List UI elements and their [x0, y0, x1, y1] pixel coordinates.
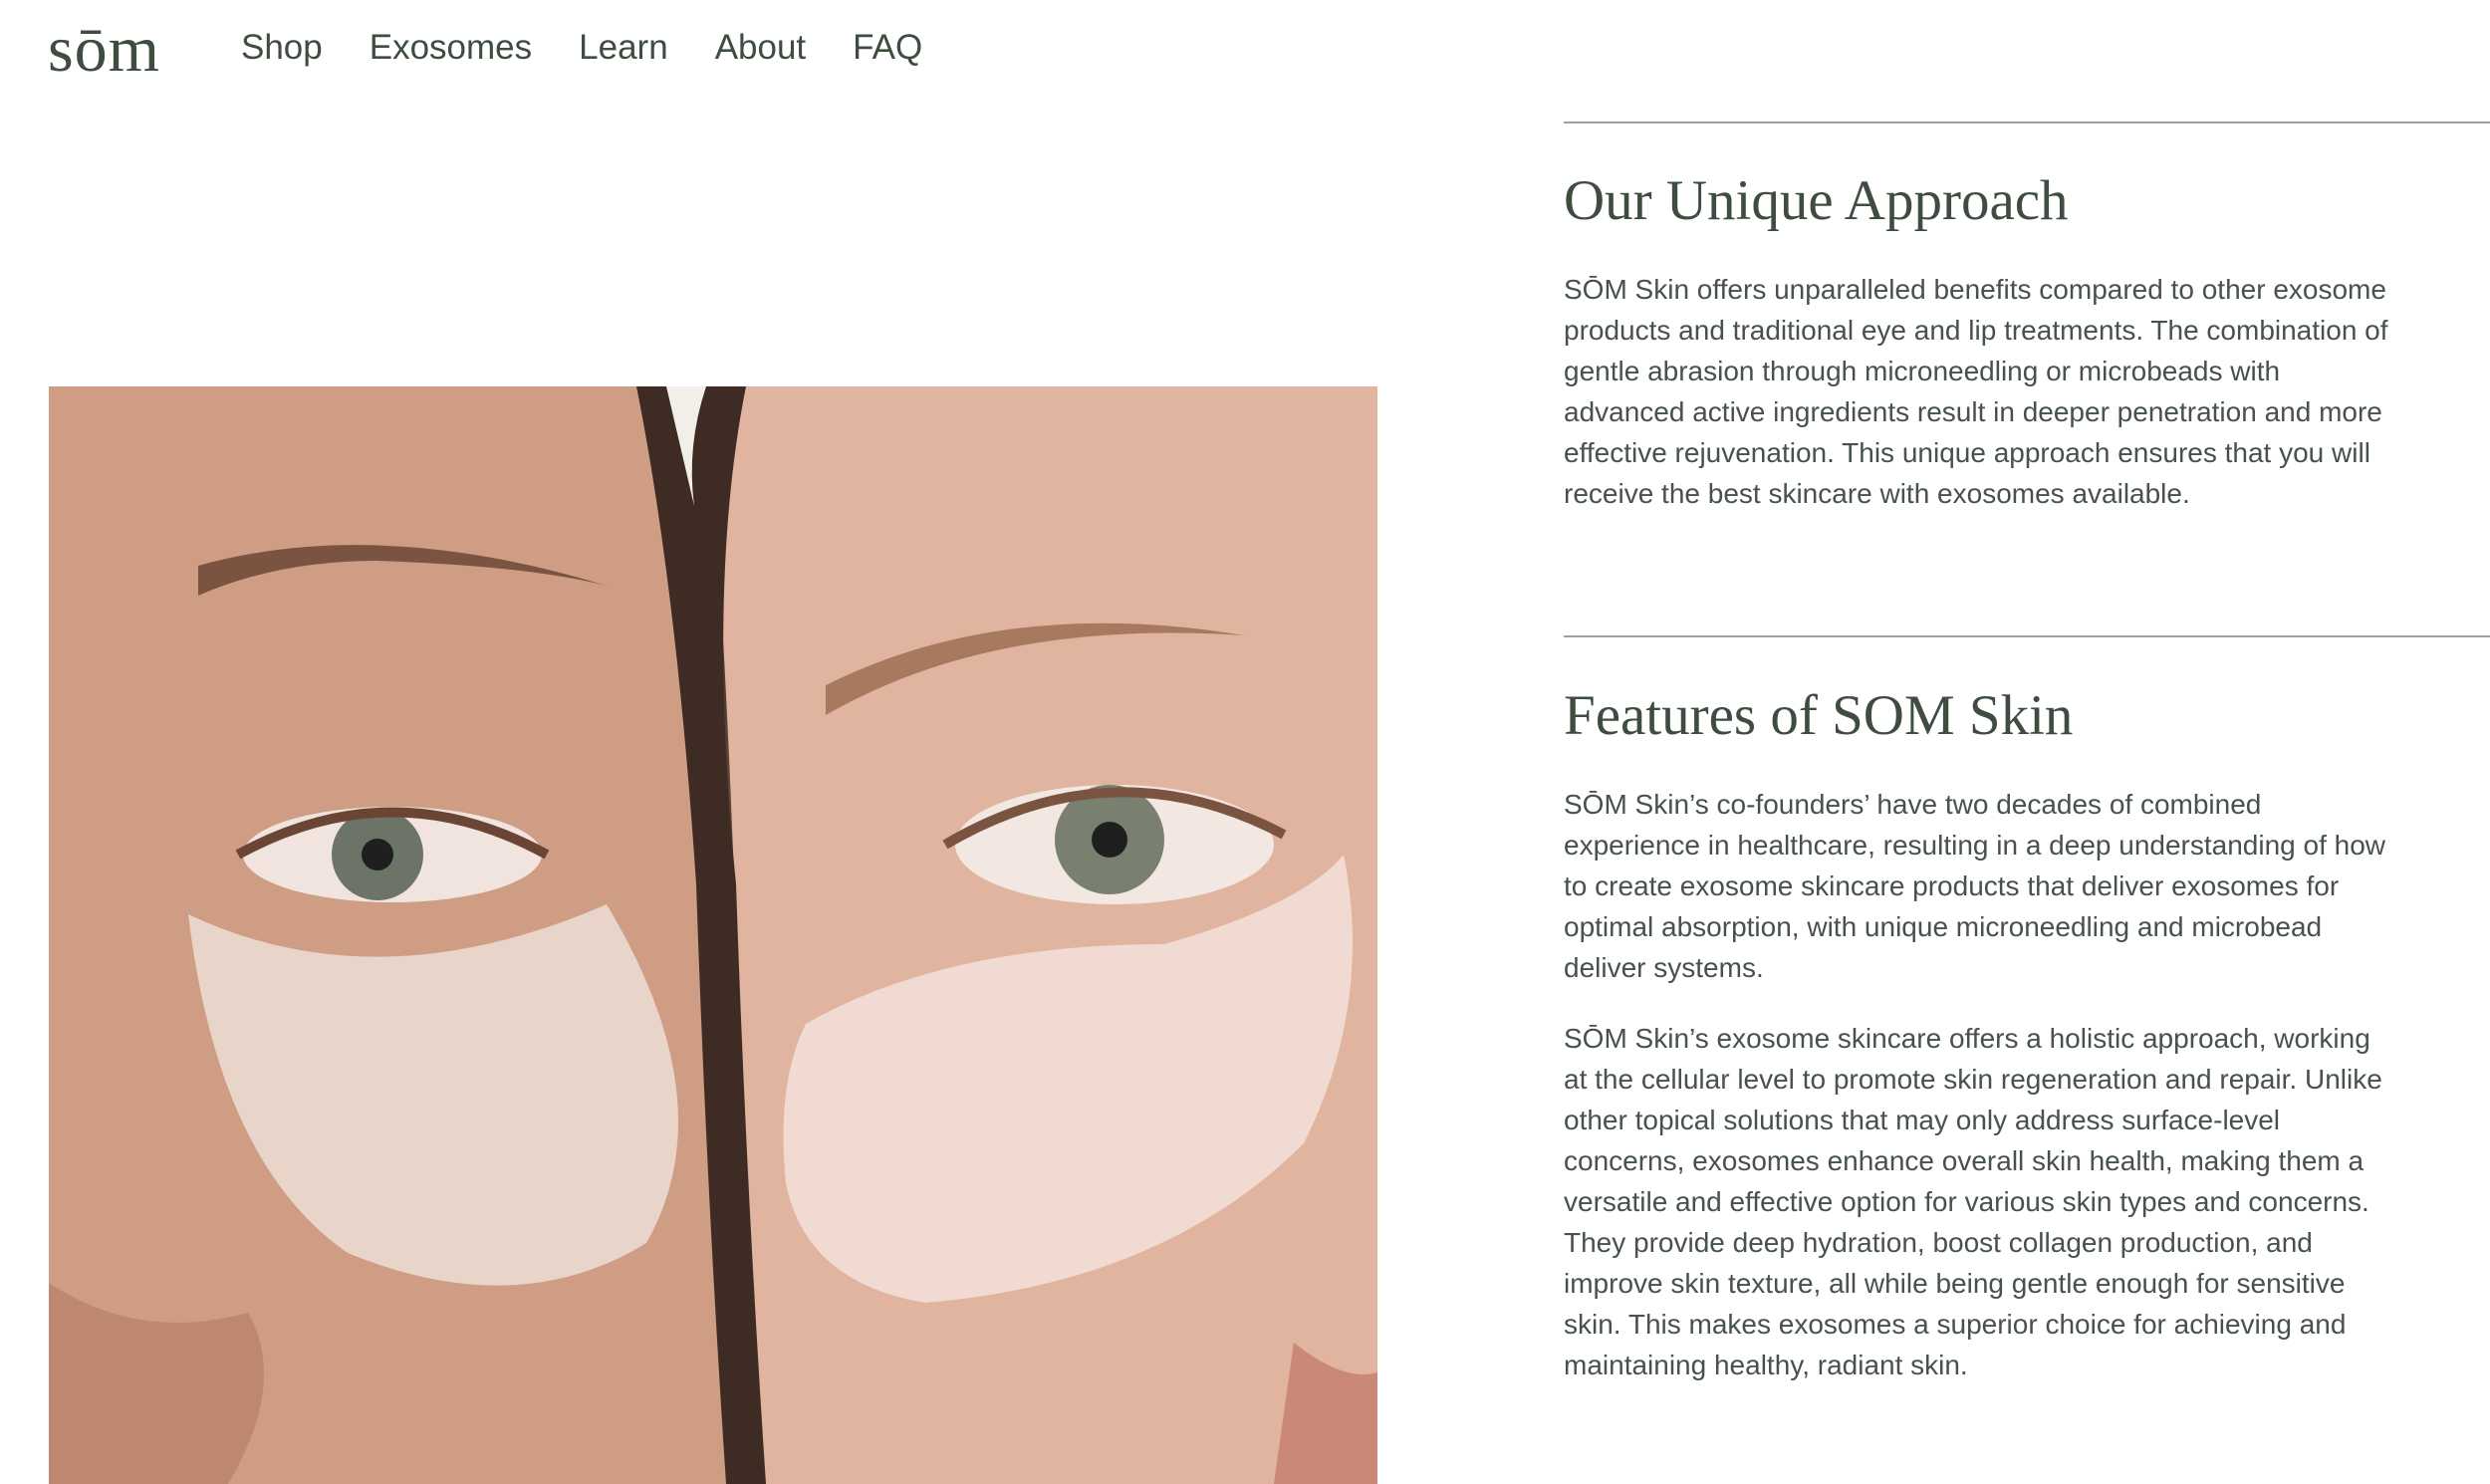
eye-patch-illustration [49, 386, 1377, 1484]
approach-title: Our Unique Approach [1564, 169, 2069, 232]
features-body-1: SŌM Skin’s co-founders’ have two decades… [1564, 789, 2386, 983]
nav-shop[interactable]: Shop [241, 26, 323, 70]
approach-body: SŌM Skin offers unparalleled benefits co… [1564, 274, 2388, 509]
nav-faq[interactable]: FAQ [853, 26, 922, 70]
nav-exosomes[interactable]: Exosomes [370, 26, 532, 70]
eye-patch-photo [49, 386, 1377, 1484]
nav-about[interactable]: About [715, 26, 806, 70]
section-divider [1564, 122, 2490, 124]
features-title: Features of SOM Skin [1564, 684, 2074, 747]
main-nav: Shop Exosomes Learn About FAQ [241, 26, 922, 70]
features-body-2: SŌM Skin’s exosome skincare offers a hol… [1564, 1023, 2382, 1380]
nav-learn[interactable]: Learn [579, 26, 668, 70]
brand-logo[interactable]: sōm [48, 12, 160, 88]
site-header: sōm Shop Exosomes Learn About FAQ [0, 0, 2490, 100]
section-divider [1564, 635, 2490, 637]
